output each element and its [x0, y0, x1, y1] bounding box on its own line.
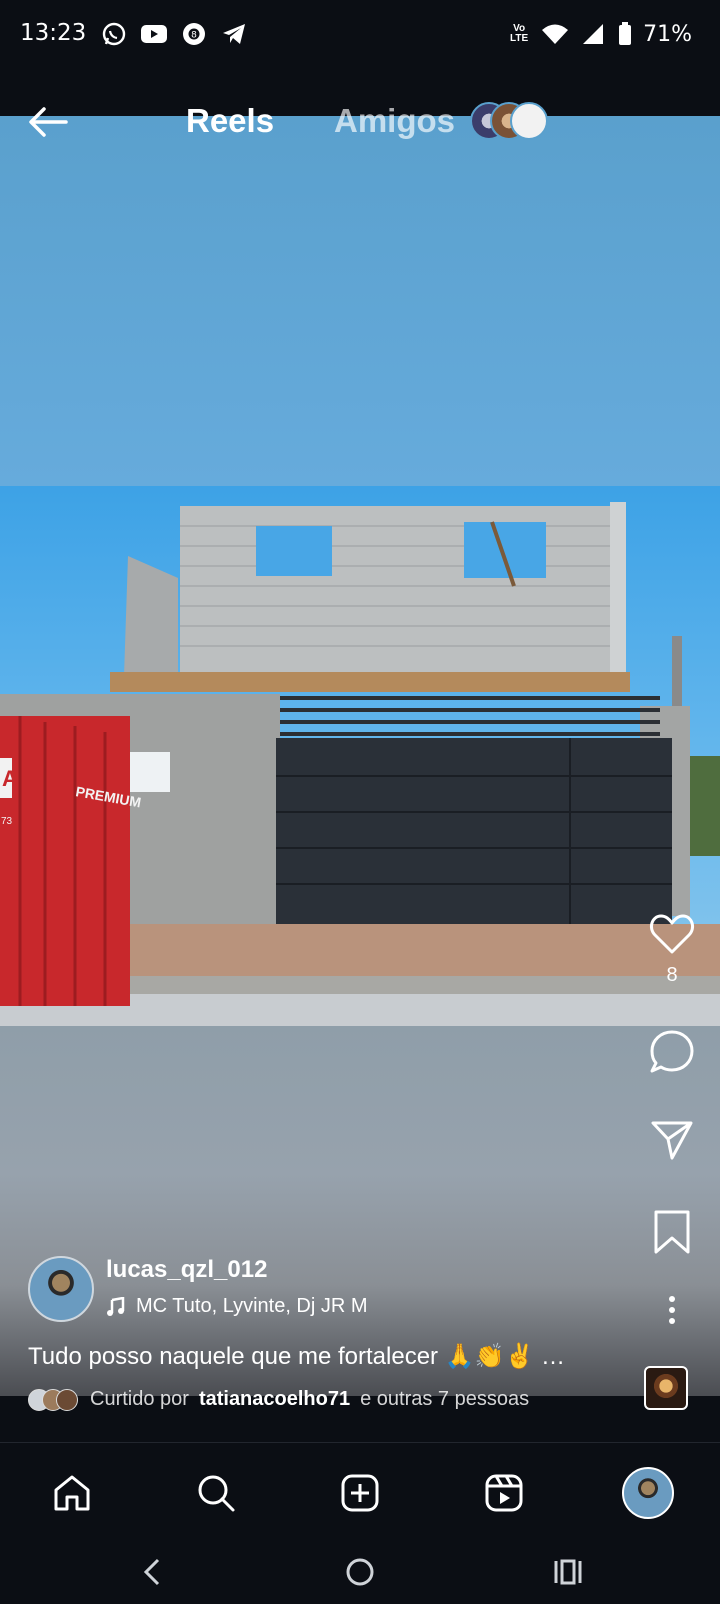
reels-header: Reels Amigos: [0, 96, 720, 148]
back-button[interactable]: [26, 104, 70, 140]
nav-create[interactable]: [332, 1465, 388, 1521]
system-back-button[interactable]: [128, 1550, 176, 1594]
container-sign: A: [2, 766, 18, 791]
whatsapp-icon: [100, 20, 128, 48]
like-button[interactable]: [646, 908, 698, 960]
status-bar: 13:23 8 Vo LTE 71%: [0, 0, 720, 70]
liked-user[interactable]: tatianacoelho71: [199, 1388, 350, 1411]
add-post-icon: [341, 1474, 379, 1512]
circle-home-icon: [346, 1558, 374, 1586]
liked-suffix: e outras 7 pessoas: [360, 1388, 530, 1410]
share-button[interactable]: [646, 1114, 698, 1166]
video-sky-blur: [0, 116, 720, 486]
recents-icon: [554, 1559, 582, 1585]
tab-amigos[interactable]: Amigos: [334, 102, 455, 140]
post-caption[interactable]: Tudo posso naquele que me fortalecer 🙏👏✌…: [28, 1342, 565, 1371]
search-icon: [198, 1475, 235, 1512]
friends-avatars[interactable]: [470, 102, 560, 140]
system-recents-button[interactable]: [544, 1550, 592, 1594]
music-note-icon: [107, 1296, 125, 1316]
audio-thumbnail[interactable]: [644, 1366, 688, 1410]
nav-profile[interactable]: [620, 1465, 676, 1521]
nav-reels[interactable]: [476, 1465, 532, 1521]
liked-by-avatars: [28, 1388, 80, 1411]
telegram-icon: [220, 20, 248, 48]
svg-text:8: 8: [191, 31, 197, 41]
tab-reels[interactable]: Reels: [186, 102, 274, 140]
more-rail: [646, 1284, 698, 1336]
container-number: 73: [1, 816, 13, 827]
reels-icon: [485, 1474, 523, 1512]
youtube-icon: [140, 20, 168, 48]
nav-home[interactable]: [44, 1465, 100, 1521]
author-username[interactable]: lucas_qzl_012: [106, 1256, 267, 1284]
signal-icon: [579, 20, 607, 48]
more-options-button[interactable]: [646, 1284, 698, 1336]
system-icons: Vo LTE 71%: [507, 20, 692, 48]
chevron-left-icon: [143, 1558, 160, 1586]
comment-rail: [646, 1026, 698, 1078]
profile-avatar: [622, 1467, 674, 1519]
share-rail: [646, 1114, 698, 1166]
nav-search[interactable]: [188, 1465, 244, 1521]
notification-icons: 8: [100, 20, 248, 48]
battery-percent: 71%: [643, 21, 692, 47]
liker-avatar: [56, 1388, 78, 1411]
heart-icon: [649, 914, 695, 954]
status-time: 13:23: [20, 20, 87, 46]
like-count: 8: [666, 964, 678, 986]
reel-video[interactable]: A 73 PREMIUM: [0, 116, 720, 1396]
action-rail: 8: [646, 908, 698, 987]
bottom-navigation: [0, 1442, 720, 1543]
video-frame: A 73 PREMIUM: [0, 486, 720, 1026]
liked-by[interactable]: Curtido por tatianacoelho71 e outras 7 p…: [28, 1388, 529, 1411]
construction-scene: A 73 PREMIUM: [0, 502, 720, 1026]
home-icon: [54, 1475, 90, 1511]
friend-avatar: [510, 102, 548, 140]
liked-prefix: Curtido por: [90, 1388, 189, 1410]
comment-icon: [650, 1030, 694, 1073]
wifi-icon: [541, 20, 569, 48]
comment-button[interactable]: [646, 1026, 698, 1078]
save-button[interactable]: [646, 1206, 698, 1258]
author-avatar[interactable]: [28, 1256, 94, 1322]
more-vertical-icon: [669, 1296, 675, 1324]
video-bottom-blur: [0, 1026, 720, 1396]
send-icon: [651, 1121, 693, 1160]
bookmark-icon: [654, 1210, 690, 1254]
volte-icon: Vo LTE: [510, 23, 529, 44]
music-info[interactable]: MC Tuto, Lyvinte, Dj JR M: [106, 1295, 376, 1318]
music-title: MC Tuto, Lyvinte, Dj JR M: [136, 1295, 368, 1317]
system-home-button[interactable]: [336, 1550, 384, 1594]
back-arrow-icon: [29, 107, 68, 137]
save-rail: [646, 1206, 698, 1258]
8-ball-icon: 8: [180, 20, 208, 48]
system-navigation-bar: [0, 1542, 720, 1604]
battery-icon: [617, 20, 633, 48]
